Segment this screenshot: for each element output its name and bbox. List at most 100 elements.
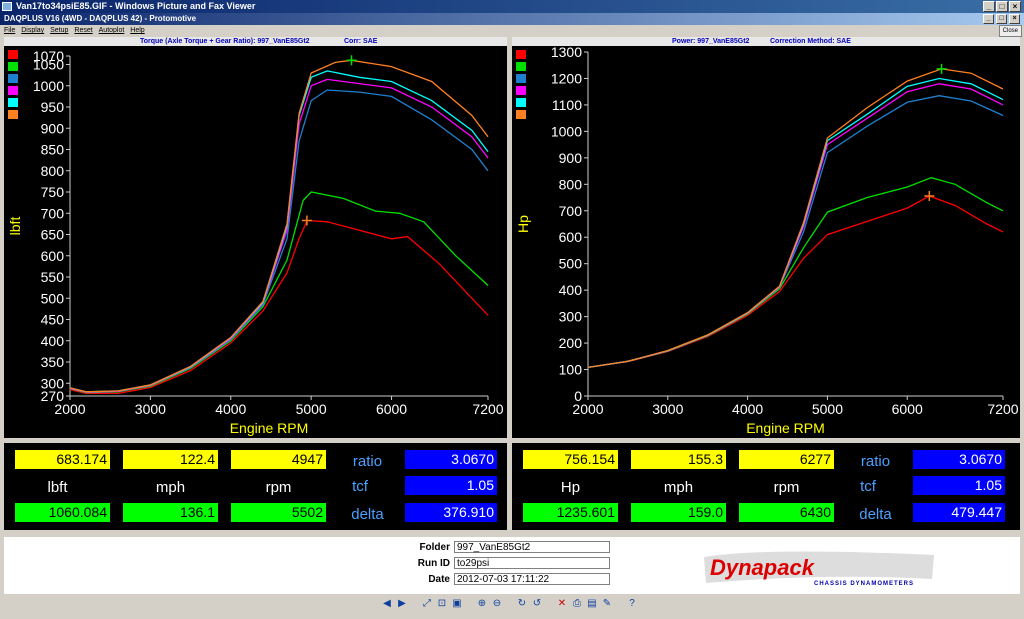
app-title-bar: DAQPLUS V16 (4WD - DAQPLUS 42) - Protomo… xyxy=(0,13,1024,25)
y-tick-label: 550 xyxy=(41,269,65,285)
y-tick-label: 1000 xyxy=(33,78,64,94)
legend-swatch xyxy=(516,110,526,119)
y-tick-label: 1300 xyxy=(551,46,582,60)
y-tick-label: 500 xyxy=(41,290,65,306)
power-chart-corr: Correction Method: SAE xyxy=(770,38,851,45)
y-tick-label: 750 xyxy=(41,184,65,200)
close-window-button[interactable]: × xyxy=(1009,1,1021,12)
series-line xyxy=(69,59,489,393)
y-tick-label: 1000 xyxy=(551,123,582,139)
y-tick-label: 500 xyxy=(559,256,583,272)
power-chart: 0100200300400500600700800900100011001200… xyxy=(515,46,1019,436)
power-delta-cell: 479.447 xyxy=(913,503,1005,522)
app-close-button[interactable]: × xyxy=(1009,14,1020,24)
torque-peak-cell: 1060.084 xyxy=(15,503,110,522)
edit-icon[interactable]: ✎ xyxy=(601,598,613,610)
y-tick-label: 300 xyxy=(41,375,65,391)
series-line xyxy=(587,177,1004,369)
power-ratio-label: ratio xyxy=(860,453,891,470)
cursor-marker xyxy=(346,55,357,66)
torque-chart-title-bar: Torque (Axle Torque + Gear Ratio): 997_V… xyxy=(4,37,507,46)
next-image-icon[interactable]: ▶ xyxy=(396,598,408,610)
series-line xyxy=(587,95,1004,369)
help-icon[interactable]: ? xyxy=(626,598,638,610)
cursor-marker xyxy=(301,215,312,226)
menu-bar: File Display Setup Reset Autoplot Help xyxy=(0,25,1024,36)
previous-image-icon[interactable]: ◀ xyxy=(381,598,393,610)
app-title: DAQPLUS V16 (4WD - DAQPLUS 42) - Protomo… xyxy=(4,14,197,23)
x-tick-label: 7200 xyxy=(987,401,1018,417)
power-delta-label: delta xyxy=(859,506,892,523)
x-tick-label: 4000 xyxy=(215,401,246,417)
torque-readout-panel: 683.174 122.4 4947 lbft mph rpm 1060.084… xyxy=(4,443,507,530)
app-maximize-button[interactable]: □ xyxy=(996,14,1007,24)
menu-reset[interactable]: Reset xyxy=(74,25,92,36)
cursor-marker xyxy=(924,190,935,201)
power-speed-unit: mph xyxy=(663,479,694,496)
x-tick-label: 3000 xyxy=(135,401,166,417)
x-axis-label: Engine RPM xyxy=(746,420,825,436)
power-speed-cell: 155.3 xyxy=(631,450,726,469)
date-field[interactable]: 2012-07-03 17:11:22 xyxy=(454,573,610,585)
x-tick-label: 4000 xyxy=(732,401,763,417)
y-axis-label: Hp xyxy=(515,215,531,233)
y-tick-label: 300 xyxy=(559,309,583,325)
power-rpm-cell: 6277 xyxy=(739,450,834,469)
runid-field[interactable]: to29psi xyxy=(454,557,610,569)
series-line xyxy=(587,195,1004,369)
torque-speed-cell: 122.4 xyxy=(123,450,218,469)
y-tick-label: 800 xyxy=(559,176,583,192)
series-line xyxy=(69,219,489,395)
series-line xyxy=(587,83,1004,369)
save-icon[interactable]: ▤ xyxy=(586,598,598,610)
maximize-button[interactable]: □ xyxy=(996,1,1008,12)
folder-field[interactable]: 997_VanE85Gt2 xyxy=(454,541,610,553)
power-peak-cell: 1235.601 xyxy=(523,503,618,522)
app-minimize-button[interactable]: _ xyxy=(983,14,994,24)
slideshow-icon[interactable]: ▣ xyxy=(451,598,463,610)
power-chart-title-bar: Power: 997_VanE85Gt2 Correction Method: … xyxy=(512,37,1020,46)
minimize-button[interactable]: _ xyxy=(983,1,995,12)
menu-autoplot[interactable]: Autoplot xyxy=(99,25,125,36)
delete-icon[interactable]: ✕ xyxy=(556,598,568,610)
y-tick-label: 950 xyxy=(41,99,65,115)
rotate-counterclockwise-icon[interactable]: ↺ xyxy=(531,598,543,610)
power-readout-panel: 756.154 155.3 6277 Hp mph rpm 1235.601 1… xyxy=(512,443,1020,530)
close-button[interactable]: Close xyxy=(998,25,1022,37)
best-fit-icon[interactable]: ⤢ xyxy=(421,598,433,610)
torque-chart-corr: Corr: SAE xyxy=(344,38,378,45)
y-tick-label: 700 xyxy=(559,203,583,219)
logo-tagline: CHASSIS DYNAMOMETERS xyxy=(814,581,914,587)
y-tick-label: 100 xyxy=(559,362,583,378)
power-tcf-cell: 1.05 xyxy=(913,476,1005,495)
menu-file[interactable]: File xyxy=(4,25,15,36)
x-tick-label: 6000 xyxy=(892,401,923,417)
menu-display[interactable]: Display xyxy=(21,25,44,36)
y-tick-label: 200 xyxy=(559,335,583,351)
x-tick-label: 5000 xyxy=(296,401,327,417)
legend-swatch xyxy=(8,50,18,59)
x-axis-label: Engine RPM xyxy=(230,420,309,436)
legend-swatch xyxy=(516,86,526,95)
menu-setup[interactable]: Setup xyxy=(50,25,68,36)
power-unit-label: Hp xyxy=(560,479,581,496)
zoom-out-icon[interactable]: ⊖ xyxy=(491,598,503,610)
series-line xyxy=(587,77,1004,369)
x-tick-label: 7200 xyxy=(472,401,503,417)
torque-chart-title: Torque (Axle Torque + Gear Ratio): 997_V… xyxy=(140,38,310,45)
folder-label: Folder xyxy=(419,542,450,553)
x-tick-label: 2000 xyxy=(54,401,85,417)
app-icon xyxy=(2,2,12,11)
rotate-clockwise-icon[interactable]: ↻ xyxy=(516,598,528,610)
series-line xyxy=(69,78,489,393)
window-title-bar: Van17to34psiE85.GIF - Windows Picture an… xyxy=(0,0,1024,13)
print-icon[interactable]: ⎙ xyxy=(571,598,583,610)
actual-size-icon[interactable]: ⊡ xyxy=(436,598,448,610)
menu-help[interactable]: Help xyxy=(130,25,144,36)
zoom-in-icon[interactable]: ⊕ xyxy=(476,598,488,610)
torque-chart: 2703003504004505005506006507007508008509… xyxy=(7,48,504,436)
dynapack-logo: Dynapack CHASSIS DYNAMOMETERS xyxy=(704,551,934,587)
power-plot: 0 100 200 300 400 500 600 700 800 900 1000 1100 1200… xyxy=(512,46,1020,438)
torque-plot: 270 300 350 400 450 500 550 600 650 700 750 800 850 9… xyxy=(4,46,507,438)
y-tick-label: 1100 xyxy=(552,97,582,113)
